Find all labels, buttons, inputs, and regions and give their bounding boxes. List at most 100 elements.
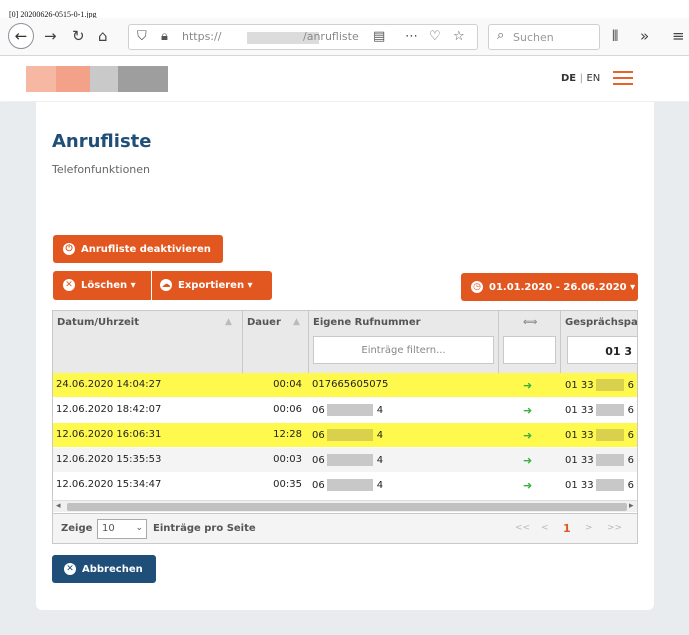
- direction-filter-input[interactable]: [503, 336, 556, 364]
- own-number-redaction: [326, 479, 373, 491]
- lang-de-link[interactable]: DE: [561, 73, 576, 84]
- url-bar[interactable]: ⛉ 🔒︎ https:// /anrufliste ▤ ⋯ ♡ ☆: [128, 24, 478, 50]
- scroll-left-arrow-icon[interactable]: ◂: [56, 501, 61, 511]
- table-row[interactable]: 12.06.2020 15:35:53 00:03 06 4 ➜ 01 33 6: [53, 448, 637, 472]
- direction-arrow-icon: ➜: [523, 479, 533, 492]
- pager-next-button[interactable]: >: [585, 523, 593, 533]
- cell-partner: 01 33 6: [565, 404, 637, 416]
- page-size-select[interactable]: 10 ⌄: [97, 519, 147, 539]
- partner-prefix: 01 33: [565, 430, 594, 441]
- reload-icon[interactable]: ↻: [72, 27, 85, 45]
- page-actions-icon[interactable]: ⋯: [405, 29, 418, 45]
- reader-view-icon[interactable]: ▤: [373, 29, 385, 45]
- page-subtitle: Telefonfunktionen: [52, 163, 151, 176]
- cell-date: 12.06.2020 18:42:07: [56, 404, 162, 415]
- direction-swap-icon: ⟺: [523, 317, 538, 328]
- browser-menu-icon[interactable]: ≡: [672, 27, 685, 45]
- cancel-x-icon: ✕: [64, 563, 76, 575]
- export-label: Exportieren ▾: [178, 280, 253, 291]
- overflow-chevron-icon[interactable]: »: [640, 27, 649, 45]
- library-icon[interactable]: ⫴: [612, 27, 618, 45]
- table-row[interactable]: 12.06.2020 18:42:07 00:06 06 4 ➜ 01 33 6: [53, 398, 637, 422]
- pager-first-button[interactable]: <<: [515, 523, 530, 533]
- cell-own-number: 06 4: [312, 454, 492, 466]
- column-header-direction[interactable]: ⟺: [499, 311, 561, 373]
- cell-own-number: 06 4: [312, 429, 492, 441]
- own-number-suffix: 4: [376, 455, 384, 466]
- bookmark-star-icon[interactable]: ☆: [453, 29, 465, 45]
- cancel-label: Abbrechen: [82, 564, 143, 575]
- horizontal-scrollbar[interactable]: ◂ ▸: [53, 500, 637, 512]
- filter-placeholder: Einträge filtern...: [361, 345, 446, 356]
- own-number-redaction: [326, 454, 373, 466]
- table-row[interactable]: 12.06.2020 15:34:47 00:35 06 4 ➜ 01 33 6: [53, 473, 637, 497]
- delete-dropdown-button[interactable]: ✕ Löschen ▾: [53, 271, 151, 300]
- pocket-icon[interactable]: ♡: [429, 29, 441, 45]
- cell-own-number: 06 4: [312, 404, 492, 416]
- scroll-right-arrow-icon[interactable]: ▸: [629, 501, 634, 511]
- partner-filter-input[interactable]: 01 3: [567, 336, 637, 364]
- direction-arrow-icon: ➜: [523, 379, 533, 392]
- cell-partner: 01 33 6: [565, 379, 637, 391]
- sort-icon[interactable]: ▲: [293, 317, 300, 327]
- cloud-download-icon: ☁: [160, 279, 172, 291]
- partner-redaction: [595, 404, 624, 416]
- own-number-suffix: 4: [376, 480, 384, 491]
- url-protocol: https://: [182, 30, 222, 43]
- pager-current-page[interactable]: 1: [563, 522, 571, 535]
- own-number-redaction: [326, 429, 373, 441]
- column-header-own-number[interactable]: Eigene Rufnummer Einträge filtern...: [309, 311, 499, 373]
- cell-date: 24.06.2020 14:04:27: [56, 379, 162, 390]
- site-logo[interactable]: [26, 66, 168, 92]
- partner-redaction: [595, 379, 624, 391]
- home-icon[interactable]: ⌂: [98, 27, 108, 45]
- column-header-duration[interactable]: Dauer ▲: [243, 311, 309, 373]
- cell-duration: 00:04: [273, 379, 302, 390]
- table-footer: Zeige 10 ⌄ Einträge pro Seite << < 1 > >…: [53, 513, 637, 543]
- pager-prev-button[interactable]: <: [541, 523, 549, 533]
- shield-icon[interactable]: ⛉: [137, 29, 147, 45]
- browser-search-box[interactable]: ⌕ Suchen: [488, 24, 600, 50]
- partner-filter-value: 01 3: [605, 345, 632, 358]
- column-label-date: Datum/Uhrzeit: [57, 317, 140, 328]
- scrollbar-thumb[interactable]: [67, 503, 627, 511]
- forward-arrow-icon[interactable]: →: [44, 27, 57, 45]
- partner-suffix: 6: [627, 430, 635, 441]
- search-icon: ⌕: [497, 28, 505, 43]
- export-dropdown-button[interactable]: ☁ Exportieren ▾: [152, 271, 272, 300]
- date-range-dropdown-button[interactable]: ◷ 01.01.2020 - 26.06.2020 ▾: [461, 273, 638, 301]
- column-header-date[interactable]: Datum/Uhrzeit ▲: [53, 311, 243, 373]
- partner-suffix: 6: [627, 480, 635, 491]
- own-number-suffix: 4: [376, 430, 384, 441]
- own-number-suffix: 4: [376, 405, 384, 416]
- own-number-filter-input[interactable]: Einträge filtern...: [313, 336, 494, 364]
- column-header-partner[interactable]: Gesprächspa 01 3: [561, 311, 638, 373]
- own-number-prefix: 06: [312, 480, 325, 491]
- hamburger-menu-icon[interactable]: [613, 71, 633, 85]
- cell-date: 12.06.2020 15:35:53: [56, 454, 162, 465]
- site-header: DE | EN: [0, 57, 689, 101]
- page-size-value: 10: [102, 523, 115, 534]
- cancel-button[interactable]: ✕ Abbrechen: [52, 555, 156, 583]
- delete-x-icon: ✕: [63, 279, 75, 291]
- table-row[interactable]: 12.06.2020 16:06:31 12:28 06 4 ➜ 01 33 6: [53, 423, 637, 447]
- call-list-table: Datum/Uhrzeit ▲ Dauer ▲ Eigene Rufnummer…: [52, 310, 638, 544]
- column-label-duration: Dauer: [247, 317, 281, 328]
- pager-last-button[interactable]: >>: [607, 523, 622, 533]
- back-arrow-icon[interactable]: ←: [8, 23, 34, 49]
- power-icon: ⏻: [63, 243, 75, 255]
- date-range-label: 01.01.2020 - 26.06.2020 ▾: [489, 282, 636, 293]
- column-label-partner: Gesprächspa: [565, 317, 638, 328]
- partner-suffix: 6: [627, 380, 635, 391]
- cell-date: 12.06.2020 16:06:31: [56, 429, 162, 440]
- delete-label: Löschen ▾: [81, 280, 136, 291]
- partner-prefix: 01 33: [565, 455, 594, 466]
- deactivate-call-list-button[interactable]: ⏻ Anrufliste deaktivieren: [53, 235, 223, 263]
- table-row[interactable]: 24.06.2020 14:04:27 00:04 017665605075 ➜ 01 …: [53, 373, 637, 397]
- own-number-prefix: 017665605075: [312, 379, 389, 390]
- cell-duration: 12:28: [273, 429, 302, 440]
- sort-icon[interactable]: ▲: [225, 317, 232, 327]
- partner-prefix: 01 33: [565, 405, 594, 416]
- lang-en-link[interactable]: EN: [586, 73, 600, 84]
- column-label-own-number: Eigene Rufnummer: [313, 317, 421, 328]
